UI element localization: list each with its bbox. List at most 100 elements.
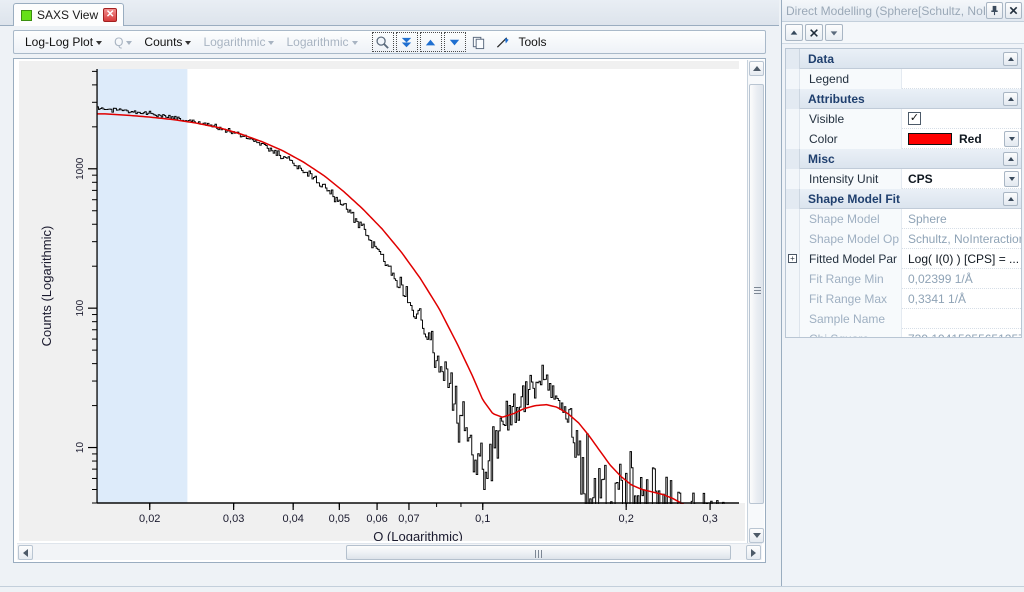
property-value[interactable] xyxy=(902,69,1021,89)
collapse-all-icon[interactable] xyxy=(785,24,803,41)
property-row[interactable]: Shape Model Op Schultz, NoInteraction xyxy=(786,228,1021,249)
property-value[interactable]: Red xyxy=(902,129,1021,149)
property-value[interactable]: Sphere xyxy=(902,209,1021,229)
unit-dropdown-button[interactable] xyxy=(1004,170,1019,187)
property-row[interactable]: Shape Model Sphere xyxy=(786,208,1021,229)
y-quantity-dropdown[interactable]: Counts xyxy=(139,33,196,52)
property-row[interactable]: Color Red xyxy=(786,128,1021,149)
property-value[interactable]: Schultz, NoInteraction xyxy=(902,229,1021,249)
tab-close-icon[interactable]: ✕ xyxy=(103,8,118,22)
property-group-header[interactable]: Data xyxy=(786,49,1021,69)
zoom-icon[interactable] xyxy=(371,32,394,52)
row-gutter xyxy=(786,308,800,329)
group-label: Shape Model Fit xyxy=(808,191,901,206)
triangle-up-icon xyxy=(1007,196,1014,201)
property-value[interactable]: 0,3341 1/Å xyxy=(902,289,1021,309)
property-label: Chi Square xyxy=(800,328,902,337)
vertical-scroll-thumb[interactable] xyxy=(749,84,764,504)
scroll-up-button[interactable] xyxy=(749,61,764,76)
row-gutter xyxy=(786,288,800,309)
group-collapse-button[interactable] xyxy=(1003,51,1018,66)
y-axis-tick-label: 10 xyxy=(75,442,86,454)
x-scale-dropdown[interactable]: Logarithmic xyxy=(198,33,279,52)
property-group-header[interactable]: Shape Model Fit xyxy=(786,188,1021,209)
group-label: Data xyxy=(808,51,835,66)
x-axis-tick-label: 0,3 xyxy=(702,513,717,525)
chevron-down-icon xyxy=(1008,136,1015,141)
clear-icon[interactable] xyxy=(805,24,823,41)
color-dropdown-button[interactable] xyxy=(1004,130,1019,147)
property-value[interactable]: Log( I(0) ) [CPS] = ... xyxy=(902,249,1021,269)
x-quantity-label: Q xyxy=(114,35,124,49)
triangle-down-icon xyxy=(752,533,761,538)
plot-horizontal-scrollbar[interactable] xyxy=(17,543,762,560)
property-row[interactable]: Legend xyxy=(786,68,1021,89)
plot-type-label: Log-Log Plot xyxy=(25,35,94,49)
property-value[interactable]: ✓ xyxy=(902,109,1021,129)
checkbox-checked-icon[interactable]: ✓ xyxy=(908,112,921,125)
property-value[interactable] xyxy=(902,309,1021,329)
row-gutter xyxy=(786,328,800,337)
chart-toolbar: Log-Log Plot Q Counts Logarithmic Logari… xyxy=(13,30,766,54)
plot-area[interactable]: 0,02 0,03 0,04 0,05 0,06 0,07 0,1 0,2 0,3 Q (Loga… xyxy=(19,61,745,541)
x-axis-tick-label: 0,06 xyxy=(366,513,387,525)
chevron-down-icon xyxy=(268,41,275,45)
row-gutter xyxy=(786,128,800,149)
collapse-icon[interactable] xyxy=(443,32,466,52)
property-value[interactable]: CPS xyxy=(902,169,1021,189)
y-scale-dropdown[interactable]: Logarithmic xyxy=(281,33,362,52)
row-gutter: + xyxy=(786,248,800,269)
property-row[interactable]: Fit Range Min 0,02399 1/Å xyxy=(786,268,1021,289)
property-row[interactable]: Intensity Unit CPS xyxy=(786,168,1021,189)
triangle-up-icon xyxy=(1007,56,1014,61)
plot-vertical-scrollbar[interactable] xyxy=(747,60,764,544)
property-label: Fitted Model Par xyxy=(800,248,902,269)
property-row[interactable]: Visible ✓ xyxy=(786,108,1021,129)
color-name: Red xyxy=(959,131,982,146)
x-quantity-dropdown[interactable]: Q xyxy=(109,33,137,52)
scroll-down-icon[interactable] xyxy=(395,32,418,52)
tab-saxs-view[interactable]: SAXS View ✕ xyxy=(13,3,125,26)
scroll-right-button[interactable] xyxy=(746,545,761,560)
property-value[interactable]: 739,19415055651257 xyxy=(902,329,1021,338)
group-collapse-button[interactable] xyxy=(1003,191,1018,206)
tools-icon[interactable] xyxy=(492,32,514,52)
row-gutter xyxy=(786,228,800,249)
group-gutter xyxy=(786,148,800,169)
x-axis-tick-label: 0,05 xyxy=(329,513,350,525)
x-axis-tick-label: 0,02 xyxy=(139,513,160,525)
property-label: Color xyxy=(800,128,902,149)
property-row[interactable]: Sample Name xyxy=(786,308,1021,329)
scroll-left-button[interactable] xyxy=(18,545,33,560)
expand-icon[interactable] xyxy=(825,24,843,41)
tools-label[interactable]: Tools xyxy=(519,35,547,49)
triangle-up-icon xyxy=(1007,96,1014,101)
close-icon[interactable] xyxy=(1005,2,1022,19)
pin-icon[interactable] xyxy=(986,2,1003,19)
property-group-header[interactable]: Misc xyxy=(786,148,1021,169)
property-row[interactable]: + Fitted Model Par Log( I(0) ) [CPS] = ... xyxy=(786,248,1021,269)
selected-option: CPS xyxy=(908,171,933,186)
plot-type-dropdown[interactable]: Log-Log Plot xyxy=(20,33,107,52)
chevron-down-icon xyxy=(351,41,358,45)
copy-icon[interactable] xyxy=(468,32,490,52)
group-collapse-button[interactable] xyxy=(1003,151,1018,166)
grip-icon xyxy=(754,287,761,295)
triangle-up-icon xyxy=(1007,156,1014,161)
horizontal-scroll-thumb[interactable] xyxy=(346,545,731,560)
plot-canvas: 0,02 0,03 0,04 0,05 0,06 0,07 0,1 0,2 0,3 Q (Loga… xyxy=(19,61,745,541)
properties-panel-title: Direct Modelling (Sphere[Schultz, NoI... xyxy=(786,3,986,18)
property-row[interactable]: Chi Square739,19415055651257 xyxy=(786,328,1021,338)
chart-svg: 0,02 0,03 0,04 0,05 0,06 0,07 0,1 0,2 0,3 Q (Loga… xyxy=(19,61,745,541)
scroll-down-button[interactable] xyxy=(749,528,764,543)
property-group-header[interactable]: Attributes xyxy=(786,88,1021,109)
expand-plus-icon[interactable]: + xyxy=(788,254,797,263)
row-gutter xyxy=(786,108,800,129)
property-label: Intensity Unit xyxy=(800,168,902,189)
scroll-up-icon[interactable] xyxy=(419,32,442,52)
property-row[interactable]: Fit Range Max 0,3341 1/Å xyxy=(786,288,1021,309)
group-collapse-button[interactable] xyxy=(1003,91,1018,106)
tab-label: SAXS View xyxy=(37,8,99,22)
property-value[interactable]: 0,02399 1/Å xyxy=(902,269,1021,289)
y-scale-label: Logarithmic xyxy=(286,35,349,49)
